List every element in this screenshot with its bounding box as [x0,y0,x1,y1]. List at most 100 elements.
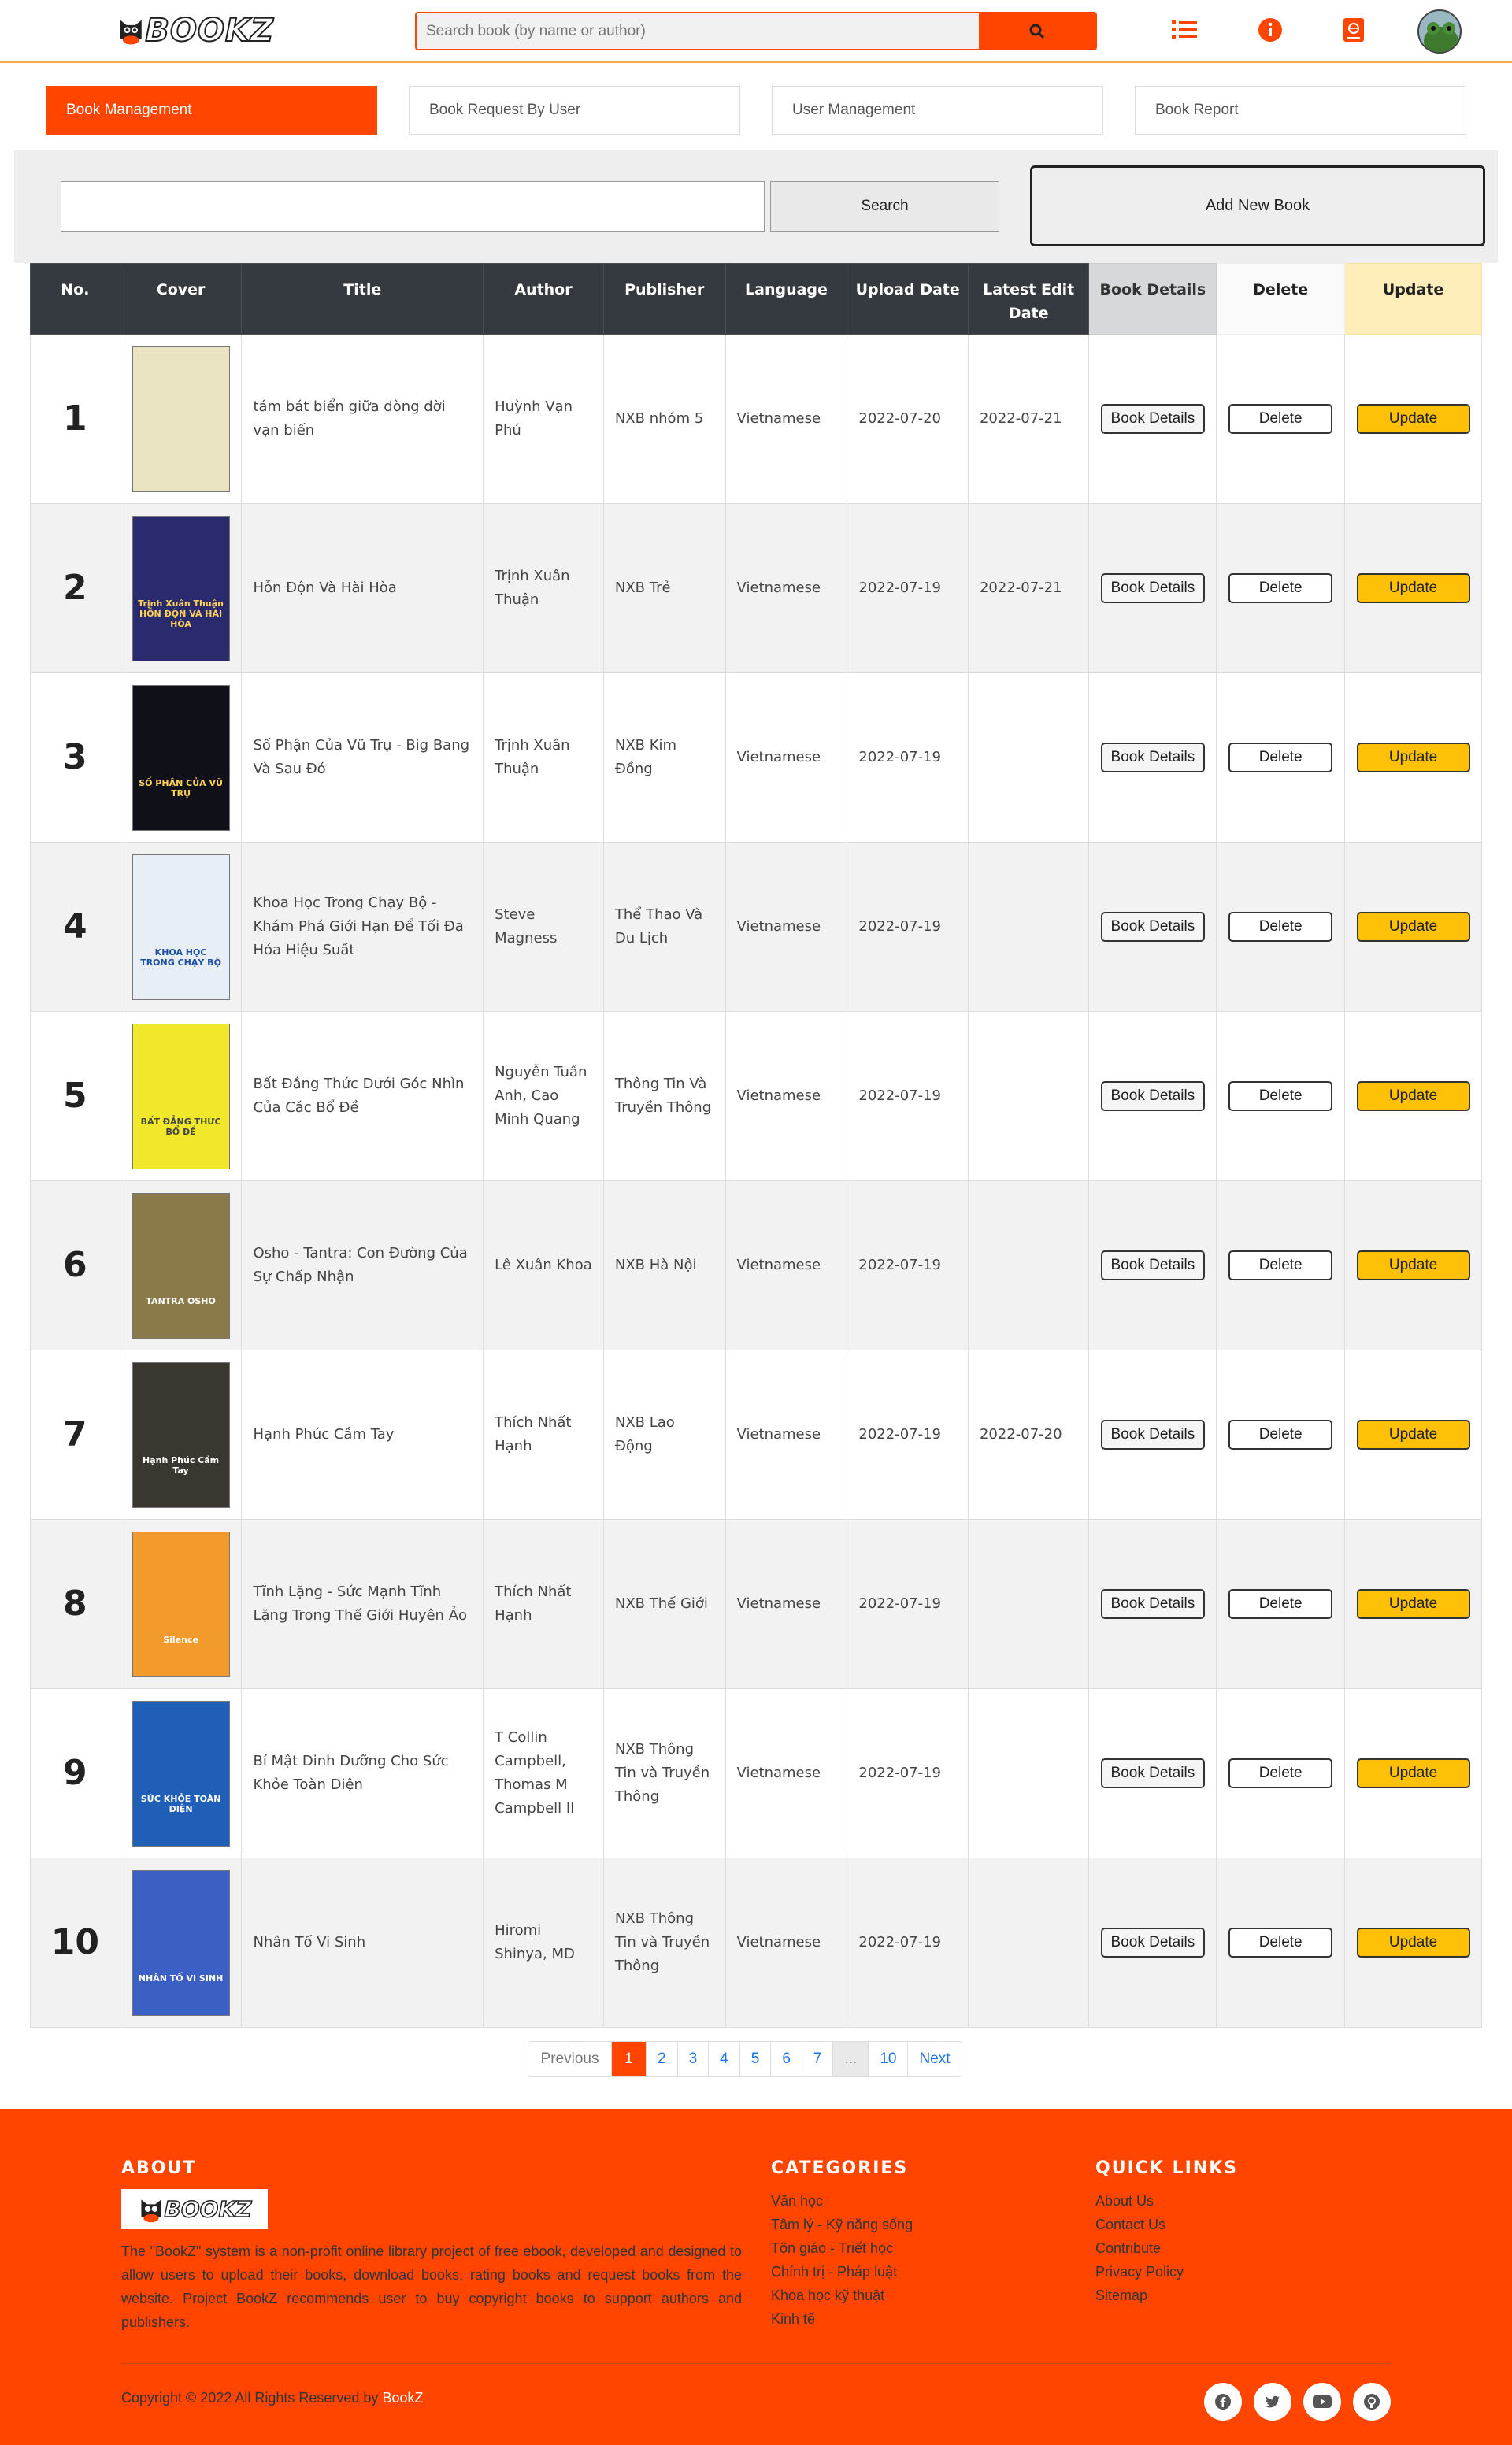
book-cover-image[interactable]: Trịnh Xuân Thuận HỖN ĐỘN VÀ HÀI HÒA [132,515,230,661]
footer-quick-link[interactable]: Contribute [1095,2236,1184,2260]
cell-no: 2 [30,503,120,673]
cell-title: Hạnh Phúc Cầm Tay [241,1350,484,1520]
footer-category-link[interactable]: Tâm lý - Kỹ năng sống [771,2213,913,2236]
cell-author: Trịnh Xuân Thuận [483,672,604,843]
book-details-button[interactable]: Book Details [1100,912,1205,942]
book-details-button[interactable]: Book Details [1100,743,1205,772]
info-icon[interactable] [1256,16,1284,44]
avatar[interactable] [1418,9,1462,54]
footer-category-link[interactable]: Kinh tế [771,2307,913,2331]
pagination-page[interactable]: 10 [869,2042,909,2076]
update-button[interactable]: Update [1356,912,1470,942]
pagination-page[interactable]: 7 [802,2042,834,2076]
update-button[interactable]: Update [1356,1081,1470,1111]
update-button[interactable]: Update [1356,1758,1470,1788]
header-search [415,12,1097,50]
pagination-page[interactable]: 2 [647,2042,678,2076]
footer-quick-link[interactable]: Sitemap [1095,2284,1184,2307]
delete-button[interactable]: Delete [1228,1250,1333,1280]
book-cover-image[interactable]: Hạnh Phúc Cầm Tay [132,1361,230,1508]
book-search-button[interactable]: Search [770,181,999,232]
footer-quick-link[interactable]: About Us [1095,2189,1184,2213]
update-button[interactable]: Update [1356,1589,1470,1619]
twitter-icon[interactable] [1254,2383,1292,2421]
update-button[interactable]: Update [1356,404,1470,434]
copyright-brand-link[interactable]: BookZ [382,2390,423,2406]
book-cover-image[interactable] [132,346,230,492]
book-details-button[interactable]: Book Details [1100,1758,1205,1788]
pagination-page[interactable]: 6 [771,2042,802,2076]
update-button[interactable]: Update [1356,1420,1470,1450]
delete-button[interactable]: Delete [1228,404,1333,434]
cell-latest-edit-date [967,842,1090,1012]
update-button[interactable]: Update [1356,743,1470,772]
col-header-upload-date: Upload Date [847,263,969,335]
pagination-next[interactable]: Next [908,2042,962,2076]
add-new-book-button[interactable]: Add New Book [1030,165,1485,246]
book-table: No. Cover Title Author Publisher Languag… [30,263,1482,2028]
delete-button[interactable]: Delete [1228,1081,1333,1111]
book-cover-image[interactable]: BẤT ĐẲNG THỨC BỔ ĐỀ [132,1023,230,1169]
book-details-button[interactable]: Book Details [1100,1081,1205,1111]
book-cover-image[interactable]: TANTRA OSHO [132,1192,230,1339]
delete-button[interactable]: Delete [1228,912,1333,942]
update-button[interactable]: Update [1356,1928,1470,1958]
cell-no: 7 [30,1350,120,1520]
delete-button[interactable]: Delete [1228,1928,1333,1958]
delete-button[interactable]: Delete [1228,573,1333,603]
pagination-page[interactable]: 4 [709,2042,740,2076]
footer-category-link[interactable]: Khoa học kỹ thuật [771,2284,913,2307]
pagination-ellipsis[interactable]: ... [833,2042,869,2076]
pagination-page[interactable]: 1 [612,2042,647,2076]
delete-button[interactable]: Delete [1228,1758,1333,1788]
cell-publisher: NXB Lao Động [602,1350,726,1520]
book-details-button[interactable]: Book Details [1100,1928,1205,1958]
list-icon[interactable] [1170,16,1199,44]
header-search-input[interactable] [417,13,979,49]
cell-cover: Trịnh Xuân Thuận HỖN ĐỘN VÀ HÀI HÒA [119,503,243,673]
book-details-button[interactable]: Book Details [1100,404,1205,434]
header-search-button[interactable] [979,13,1095,49]
tab-book-request[interactable]: Book Request By User [409,86,740,135]
cell-title: Khoa Học Trong Chạy Bộ - Khám Phá Giới H… [241,842,484,1012]
logo[interactable]: BOOKZ [117,9,274,52]
footer-category-link[interactable]: Tôn giáo - Triết học [771,2236,913,2260]
book-cover-image[interactable]: KHOA HỌC TRONG CHẠY BỘ [132,854,230,1000]
table-header-row: No. Cover Title Author Publisher Languag… [30,263,1482,335]
tab-user-management[interactable]: User Management [772,86,1103,135]
book-details-button[interactable]: Book Details [1100,1589,1205,1619]
cell-upload-date: 2022-07-19 [847,1688,969,1858]
cell-latest-edit-date: 2022-07-21 [967,503,1090,673]
book-details-button[interactable]: Book Details [1100,1250,1205,1280]
delete-button[interactable]: Delete [1228,743,1333,772]
tab-book-management[interactable]: Book Management [46,86,377,135]
pagination-page[interactable]: 3 [677,2042,710,2076]
pagination-page[interactable]: 5 [739,2042,772,2076]
pagination-previous[interactable]: Previous [528,2042,612,2076]
update-button[interactable]: Update [1356,573,1470,603]
cell-author: Hiromi Shinya, MD [483,1858,604,2028]
cell-update: Update [1344,503,1482,673]
book-cover-image[interactable]: NHÂN TỐ VI SINH [132,1869,230,2016]
cell-publisher: NXB nhóm 5 [602,334,726,504]
book-cover-image[interactable]: Silence [132,1531,230,1677]
book-search-input[interactable] [61,181,765,232]
youtube-icon[interactable] [1303,2383,1341,2421]
footer-category-link[interactable]: Chính trị - Pháp luật [771,2260,913,2284]
delete-button[interactable]: Delete [1228,1420,1333,1450]
book-cover-image[interactable]: SỐ PHẬN CỦA VŨ TRỤ [132,684,230,831]
book-details-button[interactable]: Book Details [1100,573,1205,603]
facebook-icon[interactable] [1204,2383,1242,2421]
update-button[interactable]: Update [1356,1250,1470,1280]
table-row: 9 SỨC KHỎE TOÀN DIỆN Bí Mật Dinh Dưỡng Cho… [30,1688,1482,1858]
footer-quick-link[interactable]: Contact Us [1095,2213,1184,2236]
footer-logo[interactable]: BOOKZ [121,2189,268,2229]
book-details-button[interactable]: Book Details [1100,1420,1205,1450]
delete-button[interactable]: Delete [1228,1589,1333,1619]
book-icon[interactable] [1340,16,1368,44]
tab-book-report[interactable]: Book Report [1135,86,1466,135]
footer-category-link[interactable]: Văn học [771,2189,913,2213]
book-cover-image[interactable]: SỨC KHỎE TOÀN DIỆN [132,1700,230,1847]
footer-quick-link[interactable]: Privacy Policy [1095,2260,1184,2284]
github-icon[interactable] [1353,2383,1391,2421]
